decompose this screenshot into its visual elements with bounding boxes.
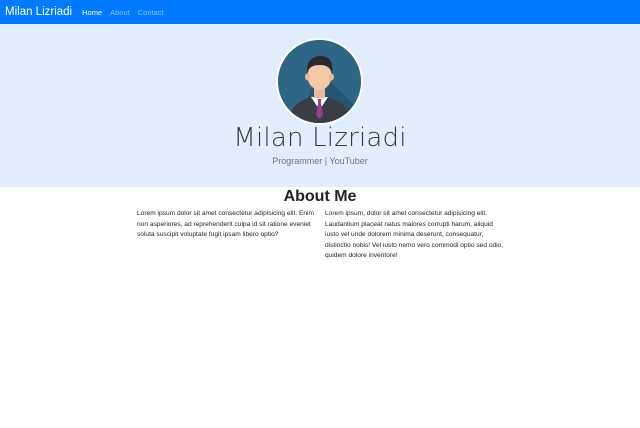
nav-link-contact[interactable]: Contact <box>138 8 164 17</box>
about-title: About Me <box>283 188 357 205</box>
navbar: Milan Lizriadi Home About Contact <box>0 0 640 24</box>
nav-link-about[interactable]: About <box>110 8 130 17</box>
nav-link-home[interactable]: Home <box>82 8 102 17</box>
about-text-right: Lorem ipsum, dolor sit amet consectetur … <box>325 210 504 259</box>
person-avatar-icon <box>276 38 363 125</box>
hero-subtitle: Programmer | YouTuber <box>272 156 368 166</box>
hero-section: Milan Lizriadi Programmer | YouTuber <box>0 24 640 187</box>
hero-name: Milan Lizriadi <box>233 123 407 153</box>
navbar-brand[interactable]: Milan Lizriadi <box>5 6 72 18</box>
about-text-left: Lorem ipsum dolor sit amet consectetur a… <box>137 210 315 238</box>
